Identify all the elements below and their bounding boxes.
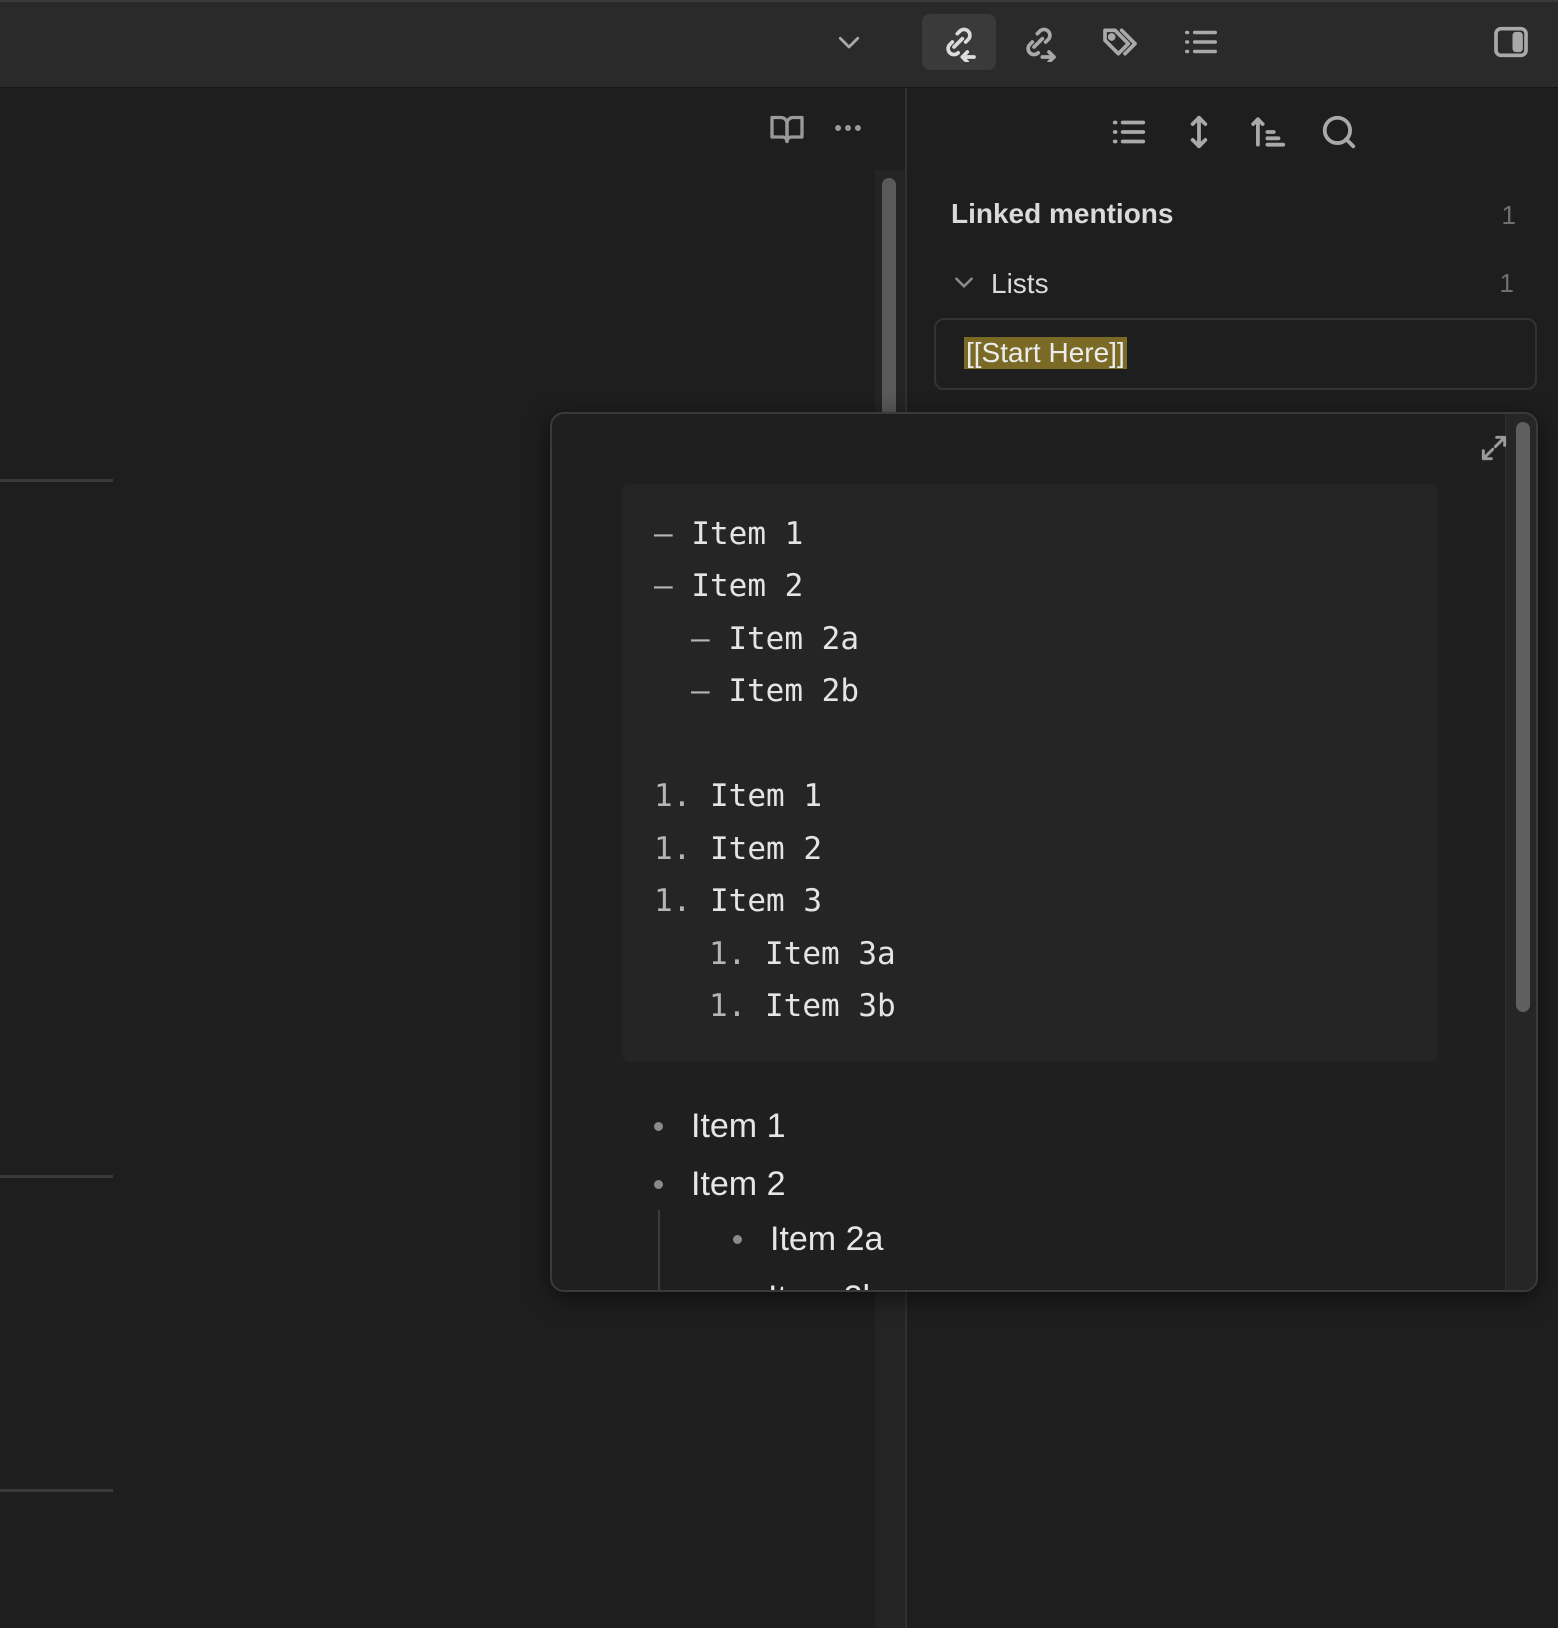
chevron-down-icon[interactable]: [951, 269, 977, 300]
backlinks-icon[interactable]: [922, 14, 996, 70]
bullet-icon: [733, 1234, 742, 1244]
backlink-group-lists[interactable]: Lists: [951, 264, 1049, 304]
highlighted-link[interactable]: [[Start Here]]: [964, 337, 1127, 369]
backlink-match[interactable]: [[Start Here]]: [934, 318, 1537, 390]
sort-icon[interactable]: [1247, 110, 1291, 154]
code-line: – Item 1: [654, 516, 804, 552]
code-line: 1. Item 3: [654, 883, 822, 919]
expand-collapse-icon[interactable]: [1177, 110, 1221, 154]
tags-icon[interactable]: [1083, 14, 1157, 70]
linked-mentions-title[interactable]: Linked mentions: [951, 198, 1173, 230]
expand-icon[interactable]: [1476, 430, 1512, 466]
linked-mentions-count: 1: [1501, 200, 1516, 230]
preview-scrollbar-thumb[interactable]: [1516, 422, 1530, 1012]
sidebar-toggle-icon[interactable]: [1474, 14, 1548, 70]
backlink-group-label: Lists: [991, 268, 1049, 299]
window-edge: [0, 0, 1558, 2]
list-item: Item 2: [654, 1162, 785, 1206]
title-bar: [0, 0, 1558, 88]
chevron-down-icon[interactable]: [812, 14, 886, 70]
list-item-clipped: Item 2b: [768, 1276, 881, 1290]
outgoing-links-icon[interactable]: [1002, 14, 1076, 70]
code-line: – Item 2b: [691, 673, 859, 709]
code-line: – Item 2a: [691, 621, 859, 657]
page-preview-popover[interactable]: – Item 1 – Item 2 – Item 2a – Item 2b 1.…: [550, 412, 1538, 1292]
code-line: 1. Item 3a: [709, 936, 896, 972]
code-line: 1. Item 1: [654, 778, 822, 814]
more-options-icon[interactable]: [828, 108, 868, 148]
list-item: Item 2a: [733, 1217, 883, 1261]
indent-guide: [658, 1210, 660, 1290]
code-block: – Item 1 – Item 2 – Item 2a – Item 2b 1.…: [622, 484, 1438, 1062]
divider: [0, 1489, 113, 1492]
code-line: – Item 2: [654, 568, 804, 604]
bullet-icon: [654, 1179, 663, 1189]
list-icon[interactable]: [1107, 110, 1151, 154]
list-item: Item 1: [654, 1104, 785, 1148]
divider: [0, 479, 113, 482]
code-line: 1. Item 2: [654, 831, 822, 867]
outline-icon[interactable]: [1164, 14, 1238, 70]
reading-view-icon[interactable]: [767, 108, 807, 148]
bullet-icon: [654, 1121, 663, 1131]
code-line: 1. Item 3b: [709, 988, 896, 1024]
search-icon[interactable]: [1317, 110, 1361, 154]
divider: [0, 1175, 113, 1178]
backlink-group-count: 1: [1499, 268, 1514, 298]
